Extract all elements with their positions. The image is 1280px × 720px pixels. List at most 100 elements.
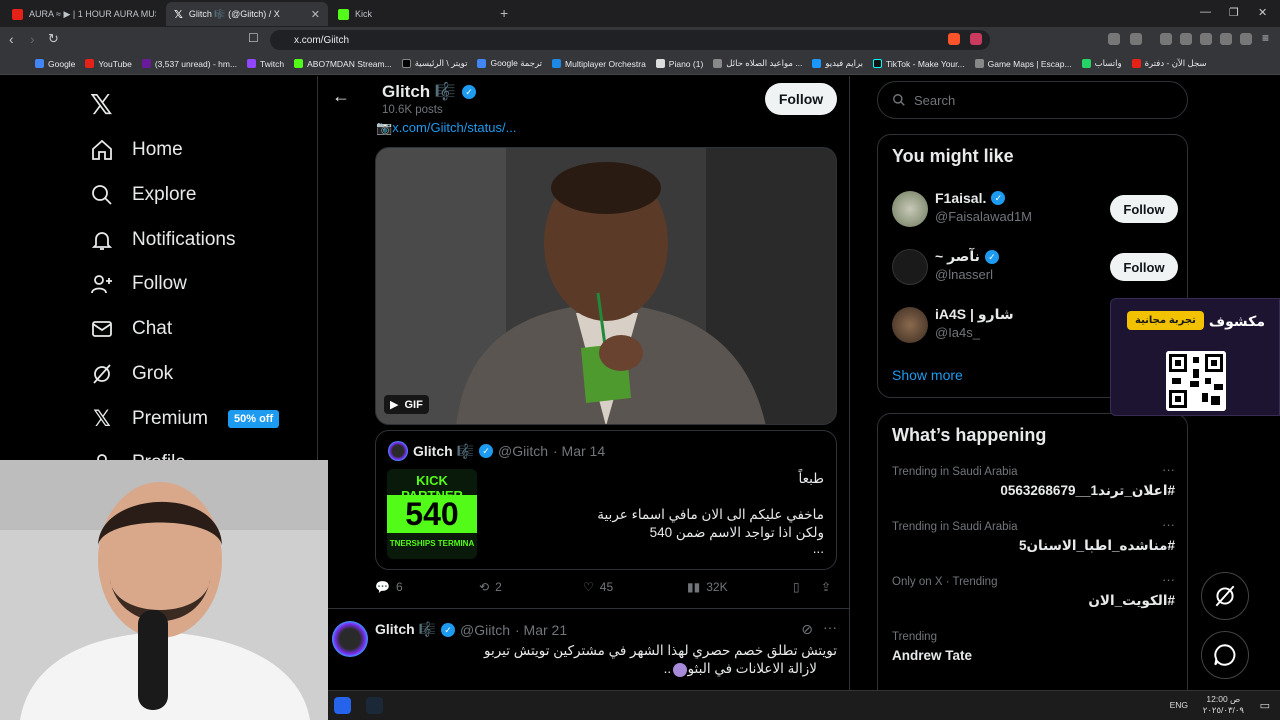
trend-context: Only on X · Trending	[892, 576, 998, 588]
views-button[interactable]: ▮▮ 32K	[687, 580, 728, 594]
bookmark-button[interactable]: ▯	[793, 580, 800, 594]
tab-kick[interactable]: Kick	[330, 2, 490, 26]
follow-button[interactable]: Follow	[1110, 195, 1178, 223]
search-input[interactable]: Search	[877, 81, 1188, 119]
url-bar[interactable]: x.com/Giitch	[270, 30, 990, 50]
extension-icon[interactable]	[1130, 33, 1142, 45]
music-icon[interactable]	[1160, 33, 1172, 45]
close-window-icon[interactable]: ✕	[1258, 6, 1267, 19]
vpn-icon[interactable]	[1240, 33, 1252, 45]
sidebar-icon[interactable]	[1180, 33, 1192, 45]
grok-fab[interactable]	[1201, 572, 1249, 620]
reply-button[interactable]: 💬 6	[375, 580, 403, 594]
tweet-author-name[interactable]: Glitch 🎼	[375, 621, 436, 638]
brave-rewards-icon[interactable]	[970, 33, 982, 45]
like-button[interactable]: ♡ 45	[583, 580, 613, 594]
bookmark-label: Game Maps | Escap...	[987, 58, 1072, 69]
app-icon[interactable]	[334, 697, 351, 714]
share-button[interactable]: ⇪	[821, 580, 831, 594]
status-link[interactable]: 📷x.com/Giitch/status/...	[376, 120, 516, 136]
bookmark-item[interactable]: YouTube	[80, 59, 136, 69]
forward-icon[interactable]: ›	[30, 31, 35, 47]
trend-item[interactable]: Trending in Saudi Arabia ··· #مناشده_اطب…	[892, 517, 1175, 565]
bookmark-item[interactable]: Piano (1)	[651, 59, 709, 69]
suggestion-name[interactable]: F1aisal.	[935, 190, 986, 206]
suggestion-item[interactable]: F1aisal. ✓ @Faisalawad1M Follow	[892, 187, 1182, 231]
avatar[interactable]	[892, 249, 928, 285]
like-count: 45	[599, 580, 614, 594]
more-icon[interactable]: ···	[1162, 517, 1175, 532]
bookmark-item[interactable]: سجل الآن - دفترة	[1127, 58, 1212, 69]
steam-icon[interactable]	[366, 697, 383, 714]
reload-icon[interactable]: ↻	[48, 31, 59, 47]
leo-icon[interactable]	[1220, 33, 1232, 45]
nav-grok[interactable]: Grok	[90, 362, 173, 386]
bookmark-item[interactable]: Google ترجمة	[472, 58, 547, 69]
bookmark-item[interactable]: Game Maps | Escap...	[970, 59, 1077, 69]
verified-icon: ✓	[441, 622, 455, 637]
tweet-gif[interactable]: ▶ GIF	[375, 147, 837, 425]
avatar[interactable]	[892, 307, 928, 343]
avatar[interactable]	[388, 441, 408, 461]
close-icon[interactable]: ✕	[311, 8, 320, 21]
back-arrow-icon[interactable]: ←	[332, 86, 350, 107]
clock[interactable]: 12:00 ص ٢٠٢٥/٠٣/٠٩	[1203, 694, 1244, 716]
menu-icon[interactable]: ≡	[1262, 31, 1269, 45]
retweet-button[interactable]: ⟲ 2	[479, 580, 502, 594]
bookmark-item[interactable]: (3,537 unread) - hm...	[137, 59, 242, 69]
trend-item[interactable]: Only on X · Trending ··· #الكويت_الان	[892, 572, 1175, 620]
avatar[interactable]	[332, 621, 368, 657]
tweet-date[interactable]: · Mar 21	[515, 622, 567, 638]
follow-button[interactable]: Follow	[765, 83, 837, 115]
notification-icon[interactable]: ▭	[1260, 699, 1270, 712]
nav-notifications[interactable]: Notifications	[90, 228, 236, 252]
bookmark-item[interactable]: مواعيد الصلاه حائل ...	[708, 58, 807, 69]
back-icon[interactable]: ‹	[9, 31, 14, 47]
play-icon[interactable]: ▶	[390, 398, 398, 411]
bookmark-label: برايم فيديو	[825, 58, 864, 68]
wallet-icon[interactable]	[1200, 33, 1212, 45]
brave-shield-icon[interactable]	[948, 33, 960, 45]
grok-icon[interactable]: ⊘	[801, 621, 813, 638]
tweet[interactable]: Glitch 🎼 ✓ @Giitch · Mar 21 ⊘ ··· تويتش …	[318, 608, 849, 690]
suggestion-name[interactable]: ~ نآصر	[935, 248, 980, 265]
quote-author-name[interactable]: Glitch 🎼	[413, 443, 474, 460]
suggestion-name[interactable]: iA4S | شارو	[935, 306, 1014, 323]
nav-home[interactable]: Home	[90, 138, 183, 162]
more-icon[interactable]: ···	[823, 619, 837, 635]
bookmark-item[interactable]: TikTok - Make Your...	[868, 59, 970, 69]
bookmark-item[interactable]: ABO7MDAN Stream...	[289, 59, 397, 69]
follow-button[interactable]: Follow	[1110, 253, 1178, 281]
tab-glitch[interactable]: 𝕏 Glitch 🎼 (@Giitch) / X ✕	[166, 2, 328, 26]
bookmark-item[interactable]: برايم فيديو	[807, 58, 868, 69]
messages-fab[interactable]	[1201, 631, 1249, 679]
show-more-link[interactable]: Show more	[892, 367, 963, 383]
bookmark-item[interactable]: Twitch	[242, 59, 289, 69]
avatar[interactable]	[892, 191, 928, 227]
bookmark-item[interactable]: تويتر \ الرئيسية	[397, 58, 473, 69]
bookmark-item[interactable]: Google	[30, 59, 80, 69]
new-tab-icon[interactable]: +	[500, 5, 508, 21]
trend-item[interactable]: Trending in Saudi Arabia ··· #اعلان_ترند…	[892, 462, 1175, 510]
nav-premium[interactable]: 𝕏 Premium 50% off	[90, 406, 280, 432]
more-icon[interactable]: ···	[1162, 462, 1175, 477]
trend-item[interactable]: Trending Andrew Tate	[892, 631, 1175, 675]
nav-chat[interactable]: Chat	[90, 317, 172, 341]
bookmark-item[interactable]: واتساب	[1077, 58, 1127, 69]
free-trial-button[interactable]: تجربة مجانية	[1127, 311, 1204, 330]
x-logo-icon[interactable]: 𝕏	[90, 88, 113, 121]
suggestion-item[interactable]: ~ نآصر ✓ @lnasserl Follow	[892, 245, 1182, 289]
quote-date[interactable]: · Mar 14	[553, 443, 605, 459]
minimize-icon[interactable]: —	[1200, 6, 1211, 18]
extension-icon[interactable]	[1108, 33, 1120, 45]
restore-icon[interactable]: ❐	[1229, 6, 1239, 19]
gif-frame-image	[376, 148, 836, 424]
bookmark-item[interactable]: Multiplayer Orchestra	[547, 59, 651, 69]
tab-aura[interactable]: AURA ≈ ▶ | 1 HOUR AURA MUSIC |	[4, 2, 164, 26]
nav-explore[interactable]: Explore	[90, 183, 196, 207]
nav-follow[interactable]: Follow	[90, 272, 187, 296]
quoted-tweet[interactable]: Glitch 🎼 ✓ @Giitch · Mar 14 KICK PARTNER…	[375, 430, 837, 570]
language-indicator[interactable]: ENG	[1170, 700, 1188, 710]
bookmark-icon[interactable]: ☐	[248, 31, 259, 45]
more-icon[interactable]: ···	[1162, 572, 1175, 587]
